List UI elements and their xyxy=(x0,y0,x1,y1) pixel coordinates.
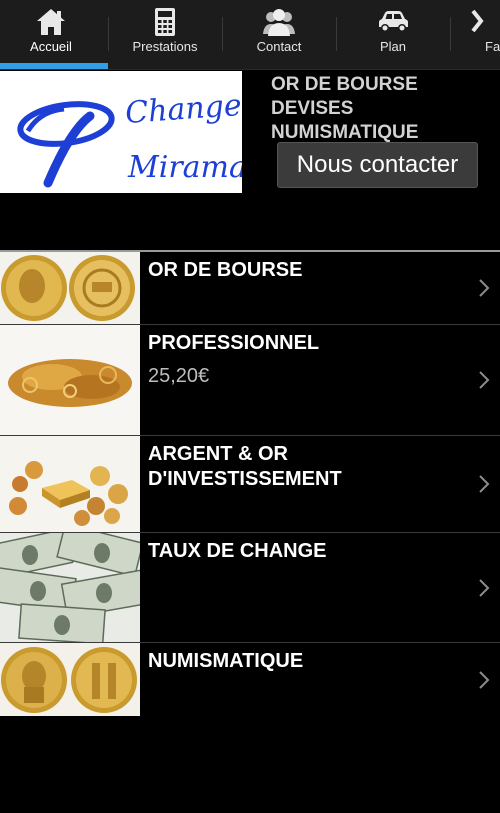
item-title: PROFESSIONNEL xyxy=(148,332,320,354)
item-price: 25,20€ xyxy=(148,365,210,387)
list-item-numismatique[interactable]: NUMISMATIQUE xyxy=(0,643,500,717)
logo: Change Miramar xyxy=(0,71,242,193)
tab-label: Contact xyxy=(256,39,302,54)
chevron-right-icon xyxy=(479,279,490,297)
item-title: ARGENT & OR D'INVESTISSEMENT xyxy=(148,443,342,490)
list-item-or-de-bourse[interactable]: OR DE BOURSE xyxy=(0,252,500,325)
logo-text-line1: Change xyxy=(124,88,242,131)
tab-more[interactable]: Fa xyxy=(450,0,500,64)
item-title: NUMISMATIQUE xyxy=(148,650,304,672)
byzantine-coins-image xyxy=(0,643,140,716)
list-item-argent-or[interactable]: ARGENT & OR D'INVESTISSEMENT xyxy=(0,436,500,533)
active-tab-indicator xyxy=(0,63,108,69)
contact-button[interactable]: Nous contacter xyxy=(277,142,478,188)
tab-label: Plan xyxy=(379,39,407,54)
more-icon xyxy=(471,9,484,33)
tab-prestations[interactable]: Prestations xyxy=(108,0,222,64)
car-icon xyxy=(379,11,408,32)
tab-plan[interactable]: Plan xyxy=(336,0,450,64)
header-title: OR DE BOURSE DEVISES NUMISMATIQUE xyxy=(271,74,419,143)
category-list: OR DE BOURSE PROFESSIONNEL 25,20€ ARGENT… xyxy=(0,250,500,716)
item-title: OR DE BOURSE xyxy=(148,259,303,281)
tab-contact[interactable]: Contact xyxy=(222,0,336,64)
tab-accueil[interactable]: Accueil xyxy=(0,0,108,64)
logo-text-line2: Miramar xyxy=(127,150,242,185)
list-item-professionnel[interactable]: PROFESSIONNEL 25,20€ xyxy=(0,325,500,436)
people-icon xyxy=(263,9,295,36)
calculator-icon xyxy=(155,8,175,36)
chevron-right-icon xyxy=(479,671,490,689)
gold-bar-image xyxy=(0,436,140,532)
tab-label: Prestations xyxy=(132,39,198,54)
tab-label: Accueil xyxy=(30,39,72,54)
chevron-right-icon xyxy=(479,371,490,389)
gold-coins-image xyxy=(0,252,140,324)
list-item-taux-de-change[interactable]: TAUX DE CHANGE xyxy=(0,533,500,643)
banknotes-image xyxy=(0,533,140,642)
item-title: TAUX DE CHANGE xyxy=(148,540,327,562)
chevron-right-icon xyxy=(479,579,490,597)
tab-label: Fa xyxy=(485,39,500,54)
home-icon xyxy=(37,9,65,35)
chevron-right-icon xyxy=(479,475,490,493)
scrap-gold-image xyxy=(0,325,140,435)
tab-bar: Accueil Prestations Contact Plan Fa xyxy=(0,0,500,70)
